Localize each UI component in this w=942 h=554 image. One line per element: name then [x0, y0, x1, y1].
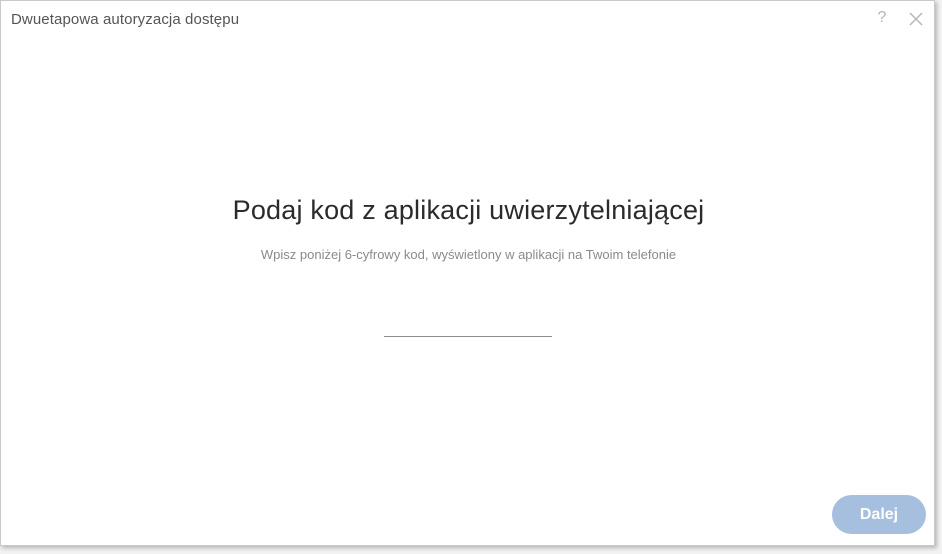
auth-code-input[interactable]	[384, 313, 552, 337]
page-title: Podaj kod z aplikacji uwierzytelniającej	[232, 195, 705, 225]
help-icon[interactable]: ?	[874, 8, 890, 28]
dialog-title: Dwuetapowa autoryzacja dostępu	[11, 11, 240, 28]
instruction-text: Wpisz poniżej 6-cyfrowy kod, wyświetlony…	[260, 247, 677, 262]
next-button[interactable]: Dalej	[832, 495, 926, 534]
two-factor-dialog: Dwuetapowa autoryzacja dostępu ? Podaj k…	[0, 0, 935, 546]
close-icon[interactable]	[907, 10, 925, 28]
